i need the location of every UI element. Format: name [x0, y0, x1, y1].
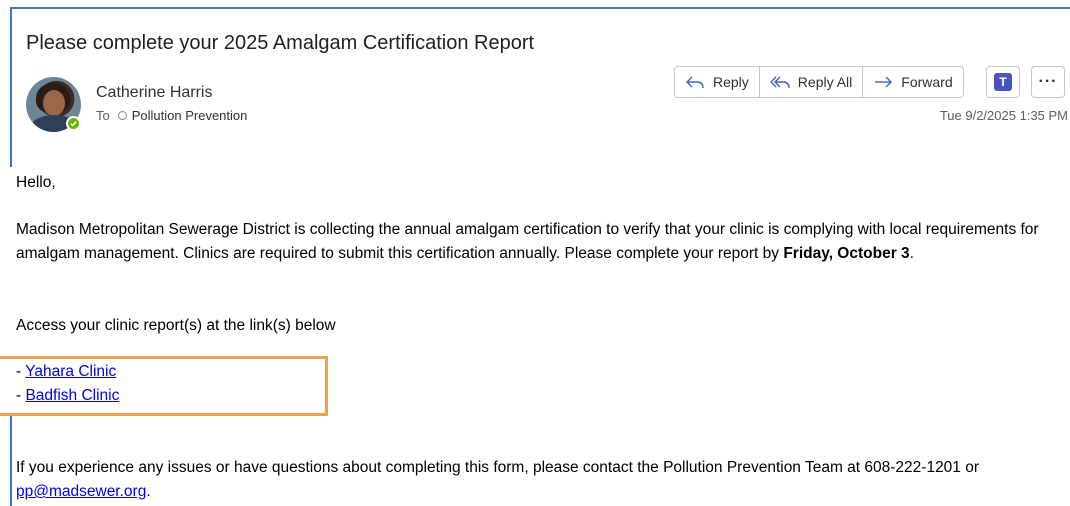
- reply-icon: [686, 76, 704, 89]
- reply-button[interactable]: Reply: [675, 67, 760, 97]
- to-label: To: [96, 108, 110, 123]
- email-subject: Please complete your 2025 Amalgam Certif…: [26, 32, 535, 54]
- contact-end: .: [146, 483, 151, 500]
- email-reading-pane: Please complete your 2025 Amalgam Certif…: [0, 0, 1070, 506]
- more-actions-button[interactable]: ···: [1031, 66, 1065, 98]
- email-greeting: Hello,: [16, 174, 56, 191]
- reply-all-button[interactable]: Reply All: [760, 67, 864, 97]
- frame-border-left: [10, 7, 12, 167]
- reply-label: Reply: [713, 74, 749, 90]
- recipient-status-icon: [117, 111, 127, 120]
- frame-border-top: [10, 7, 1070, 9]
- contact-text: If you experience any issues or have que…: [16, 459, 980, 476]
- forward-icon: [875, 76, 893, 88]
- email-paragraph-access: Access your clinic report(s) at the link…: [16, 317, 336, 334]
- contact-email-link[interactable]: pp@madsewer.org: [16, 483, 146, 500]
- avatar-face: [43, 90, 65, 116]
- email-paragraph-contact: If you experience any issues or have que…: [16, 456, 1068, 504]
- presence-available-icon: [66, 116, 81, 131]
- recipient-line: To Pollution Prevention: [96, 108, 247, 123]
- recipient-name[interactable]: Pollution Prevention: [132, 108, 248, 123]
- forward-label: Forward: [901, 74, 953, 90]
- intro-end: .: [909, 245, 914, 262]
- deadline-text: Friday, October 3: [783, 245, 910, 262]
- reply-all-icon: [769, 76, 790, 89]
- reply-all-label: Reply All: [797, 74, 853, 90]
- email-timestamp: Tue 9/2/2025 1:35 PM: [939, 108, 1068, 123]
- annotation-highlight-box: [0, 356, 328, 416]
- message-actions-group: Reply Reply All Forward: [674, 66, 964, 98]
- teams-icon: T: [994, 73, 1012, 91]
- teams-chat-button[interactable]: T: [986, 66, 1020, 98]
- frame-border-left-lower: [10, 415, 12, 506]
- forward-button[interactable]: Forward: [863, 67, 962, 97]
- sender-name[interactable]: Catherine Harris: [96, 84, 212, 102]
- email-paragraph-intro: Madison Metropolitan Sewerage District i…: [16, 218, 1068, 266]
